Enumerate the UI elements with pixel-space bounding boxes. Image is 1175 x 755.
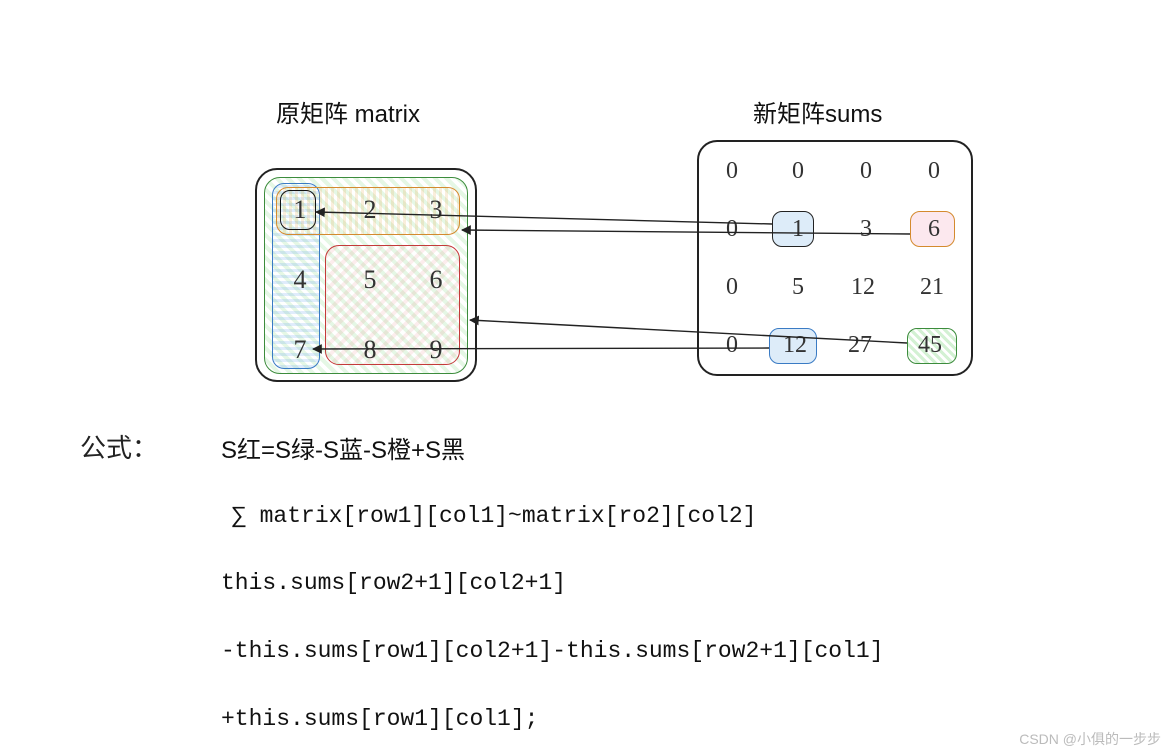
matrix-cell-2-0: 7 [285,335,315,365]
matrix-cell-0-2: 3 [421,195,451,225]
sums-cell-1-3: 6 [914,216,954,243]
sums-cell-0-0: 0 [712,158,752,185]
sums-cell-3-0: 0 [712,332,752,359]
matrix-title: 原矩阵 matrix [276,94,420,129]
formula-expr-2: -this.sums[row1][col2+1]-this.sums[row2+… [221,638,884,664]
matrix-cell-0-0: 1 [285,195,315,225]
matrix-cell-2-1: 8 [355,335,385,365]
watermark: CSDN @小俱的一步步 [1019,729,1161,749]
sums-cell-3-1: 12 [775,332,815,359]
sums-cell-1-0: 0 [712,216,752,243]
matrix-cell-2-2: 9 [421,335,451,365]
sums-cell-2-2: 12 [843,274,883,301]
sums-cell-0-3: 0 [914,158,954,185]
matrix-cell-1-1: 5 [355,265,385,295]
matrix-cell-1-2: 6 [421,265,451,295]
formula-expr-1: this.sums[row2+1][col2+1] [221,570,566,596]
sums-cell-0-1: 0 [778,158,818,185]
formula-sigma: ∑ matrix[row1][col1]~matrix[ro2][col2] [232,503,757,529]
matrix-cell-1-0: 4 [285,265,315,295]
sums-cell-2-3: 21 [912,274,952,301]
sums-title: 新矩阵sums [753,94,882,129]
sums-cell-0-2: 0 [846,158,886,185]
sums-cell-3-3: 45 [910,332,950,359]
sums-cell-1-2: 3 [846,216,886,243]
sums-cell-3-2: 27 [840,332,880,359]
sums-cell-2-1: 5 [778,274,818,301]
sums-cell-1-1: 1 [778,216,818,243]
formula-label: 公式： [80,428,158,465]
formula-expr-3: +this.sums[row1][col1]; [221,706,538,732]
sums-cell-2-0: 0 [712,274,752,301]
matrix-cell-0-1: 2 [355,195,385,225]
formula-main: S红=S绿-S蓝-S橙+S黑 [221,430,465,465]
